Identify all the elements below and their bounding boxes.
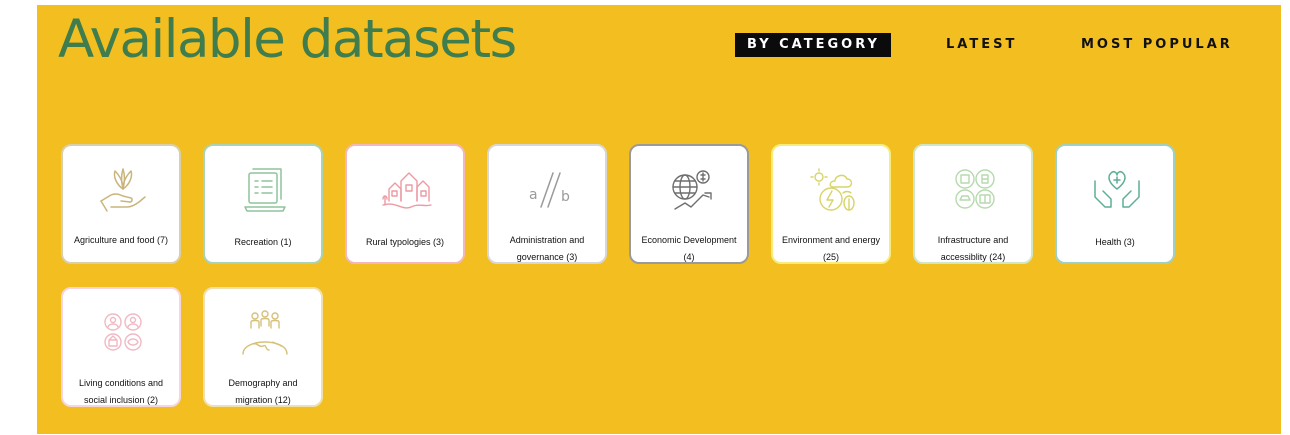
category-label: Health (3) — [1095, 237, 1135, 247]
a-slash-b-icon: a b — [489, 160, 609, 220]
svg-text:b: b — [561, 189, 570, 205]
category-label: Recreation (1) — [234, 237, 292, 247]
people-globe-icon — [205, 303, 325, 363]
category-label: Economic Development (4) — [641, 235, 737, 262]
category-card-demography[interactable]: Demography and migration (12) — [203, 287, 323, 407]
tab-latest[interactable]: LATEST — [946, 33, 1017, 57]
category-label: Agriculture and food (7) — [73, 235, 169, 245]
document-list-icon — [205, 160, 325, 220]
hands-heart-icon — [1057, 160, 1177, 220]
category-card-economic-development[interactable]: Economic Development (4) — [629, 144, 749, 264]
category-card-agriculture[interactable]: Agriculture and food (7) — [61, 144, 181, 264]
category-card-living-conditions[interactable]: Living conditions and social inclusion (… — [61, 287, 181, 407]
category-card-infrastructure[interactable]: Infrastructure and accessiblity (24) — [913, 144, 1033, 264]
social-inclusion-icon — [63, 303, 183, 363]
infrastructure-icon — [915, 160, 1035, 220]
category-label: Rural typologies (3) — [365, 237, 445, 247]
globe-growth-icon — [631, 160, 751, 220]
environment-energy-icon — [773, 160, 893, 220]
category-card-health[interactable]: Health (3) — [1055, 144, 1175, 264]
category-label: Living conditions and social inclusion (… — [78, 378, 164, 405]
category-tabs: BY CATEGORY LATEST MOST POPULAR — [0, 33, 1290, 57]
category-card-recreation[interactable]: Recreation (1) — [203, 144, 323, 264]
category-label: Infrastructure and accessiblity (24) — [937, 235, 1009, 262]
category-card-environment-energy[interactable]: Environment and energy (25) — [771, 144, 891, 264]
category-label: Demography and migration (12) — [228, 378, 298, 405]
svg-text:a: a — [529, 187, 538, 203]
tab-by-category[interactable]: BY CATEGORY — [735, 33, 891, 57]
category-card-administration[interactable]: a b Administration and governance (3) — [487, 144, 607, 264]
category-label: Environment and energy (25) — [781, 235, 881, 262]
category-label: Administration and governance (3) — [509, 235, 585, 262]
village-icon — [347, 160, 467, 220]
category-card-rural-typologies[interactable]: Rural typologies (3) — [345, 144, 465, 264]
hand-plant-icon — [63, 160, 183, 220]
tab-most-popular[interactable]: MOST POPULAR — [1081, 33, 1233, 57]
